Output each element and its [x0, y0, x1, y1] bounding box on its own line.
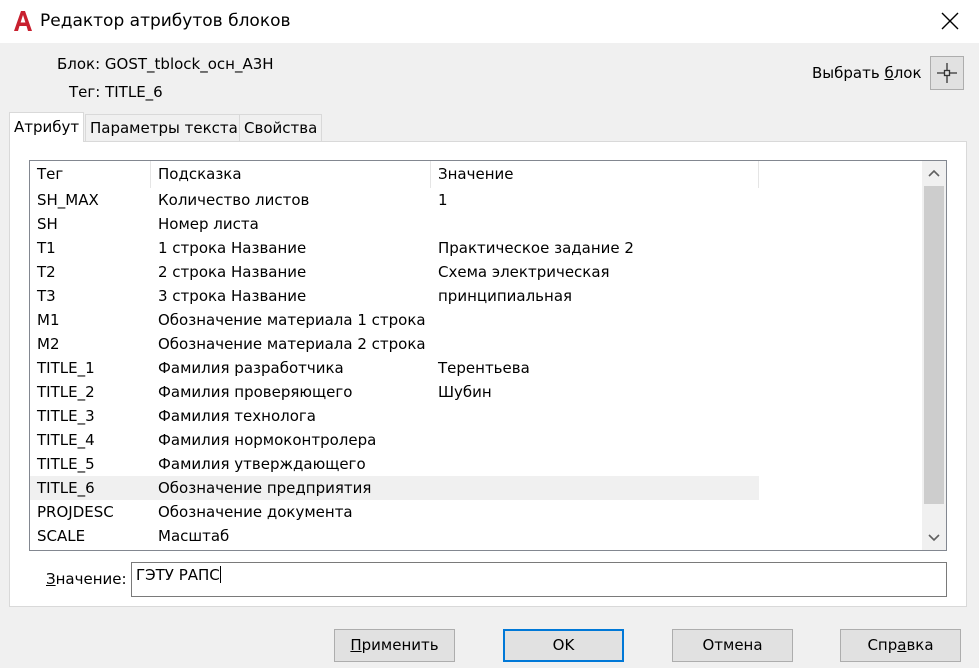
table-row[interactable]: M2 Обозначение материала 2 строка [30, 332, 759, 356]
ok-button[interactable]: OK [503, 629, 624, 662]
close-icon[interactable] [939, 10, 961, 32]
block-name-label: Блок: GOST_tblock_осн_A3H [57, 55, 274, 73]
cell-prompt: Фамилия нормоконтролера [158, 431, 377, 449]
cell-tag: TITLE_2 [37, 383, 95, 401]
cell-prompt: Масштаб [158, 527, 230, 545]
table-row[interactable]: M1 Обозначение материала 1 строка [30, 308, 759, 332]
cell-prompt: Фамилия проверяющего [158, 383, 353, 401]
tab-text-options[interactable]: Параметры текста [85, 114, 243, 141]
cell-tag: SH_MAX [37, 191, 99, 209]
cell-tag: TITLE_4 [37, 431, 95, 449]
list-header: Тег Подсказка Значение [30, 161, 923, 188]
cell-prompt: 2 строка Название [158, 263, 307, 281]
table-row[interactable]: T1 1 строка Название Практическое задание … [30, 236, 759, 260]
cell-tag: M1 [37, 311, 60, 329]
pick-block-button[interactable] [930, 56, 964, 90]
table-row[interactable]: SH Номер листа [30, 212, 759, 236]
cell-tag: TITLE_3 [37, 407, 95, 425]
cell-value: принципиальная [438, 287, 573, 305]
vertical-scrollbar[interactable] [922, 161, 946, 550]
cell-value: Терентьева [438, 359, 530, 377]
cell-prompt: Обозначение предприятия [158, 479, 372, 497]
cell-tag: T1 [37, 239, 56, 257]
cell-tag: PROJDESC [37, 503, 114, 521]
table-row[interactable]: TITLE_2 Фамилия проверяющего Шубин [30, 380, 759, 404]
table-row-selected[interactable]: TITLE_6 Обозначение предприятия [30, 476, 759, 500]
cell-tag: TITLE_5 [37, 455, 95, 473]
table-row[interactable]: PROJDESC Обозначение документа [30, 500, 759, 524]
tab-attribute[interactable]: Атрибут [9, 112, 85, 142]
cell-value: Практическое задание 2 [438, 239, 634, 257]
cell-prompt: Фамилия технолога [158, 407, 316, 425]
cell-tag: SCALE [37, 527, 86, 545]
table-row[interactable]: T3 3 строка Название принципиальная [30, 284, 759, 308]
column-header-tag[interactable]: Тег [30, 161, 151, 188]
cell-prompt: Обозначение материала 2 строка [158, 335, 426, 353]
cell-prompt: Фамилия разработчика [158, 359, 344, 377]
title-bar: Редактор атрибутов блоков [0, 0, 979, 43]
apply-button[interactable]: Применить [334, 629, 455, 662]
value-label: Значение: [46, 570, 127, 588]
table-row[interactable]: TITLE_3 Фамилия технолога [30, 404, 759, 428]
tab-properties[interactable]: Свойства [239, 114, 323, 141]
table-row[interactable]: SH_MAX Количество листов 1 [30, 188, 759, 212]
cell-tag: TITLE_6 [37, 479, 95, 497]
cell-prompt: Фамилия утверждающего [158, 455, 366, 473]
attribute-list[interactable]: Тег Подсказка Значение SH_MAX Количество … [29, 160, 947, 551]
table-row[interactable]: SCALE Масштаб [30, 524, 759, 548]
cell-tag: T3 [37, 287, 56, 305]
cell-prompt: Обозначение документа [158, 503, 353, 521]
value-input-text: ГЭТУ РАПС [136, 566, 220, 584]
help-button[interactable]: Справка [840, 629, 961, 662]
cell-prompt: Количество листов [158, 191, 310, 209]
chevron-down-icon[interactable] [922, 526, 946, 550]
column-header-prompt[interactable]: Подсказка [151, 161, 431, 188]
value-input[interactable]: ГЭТУ РАПС [131, 562, 947, 597]
column-header-value[interactable]: Значение [431, 161, 759, 188]
tag-name-label: Тег: TITLE_6 [69, 83, 163, 101]
cell-tag: TITLE_1 [37, 359, 95, 377]
cell-tag: T2 [37, 263, 56, 281]
table-row[interactable]: TITLE_5 Фамилия утверждающего [30, 452, 759, 476]
table-row[interactable]: T2 2 строка Название Схема электрическая [30, 260, 759, 284]
cell-value: Шубин [438, 383, 492, 401]
cell-tag: SH [37, 215, 58, 233]
autocad-a-icon [14, 11, 32, 31]
chevron-up-icon[interactable] [922, 161, 946, 185]
scrollbar-thumb[interactable] [924, 186, 944, 504]
cell-value: Схема электрическая [438, 263, 610, 281]
pick-block-label: Выбрать блок [812, 64, 922, 82]
table-row[interactable]: TITLE_1 Фамилия разработчика Терентьева [30, 356, 759, 380]
cell-prompt: Номер листа [158, 215, 259, 233]
cell-prompt: Обозначение материала 1 строка [158, 311, 426, 329]
cell-tag: M2 [37, 335, 60, 353]
text-caret [219, 566, 221, 583]
cancel-button[interactable]: Отмена [672, 629, 793, 662]
window-title: Редактор атрибутов блоков [40, 11, 291, 31]
cell-value: 1 [438, 191, 448, 209]
cell-prompt: 1 строка Название [158, 239, 307, 257]
crosshair-icon [937, 63, 957, 83]
cell-prompt: 3 строка Название [158, 287, 307, 305]
table-row[interactable]: TITLE_4 Фамилия нормоконтролера [30, 428, 759, 452]
